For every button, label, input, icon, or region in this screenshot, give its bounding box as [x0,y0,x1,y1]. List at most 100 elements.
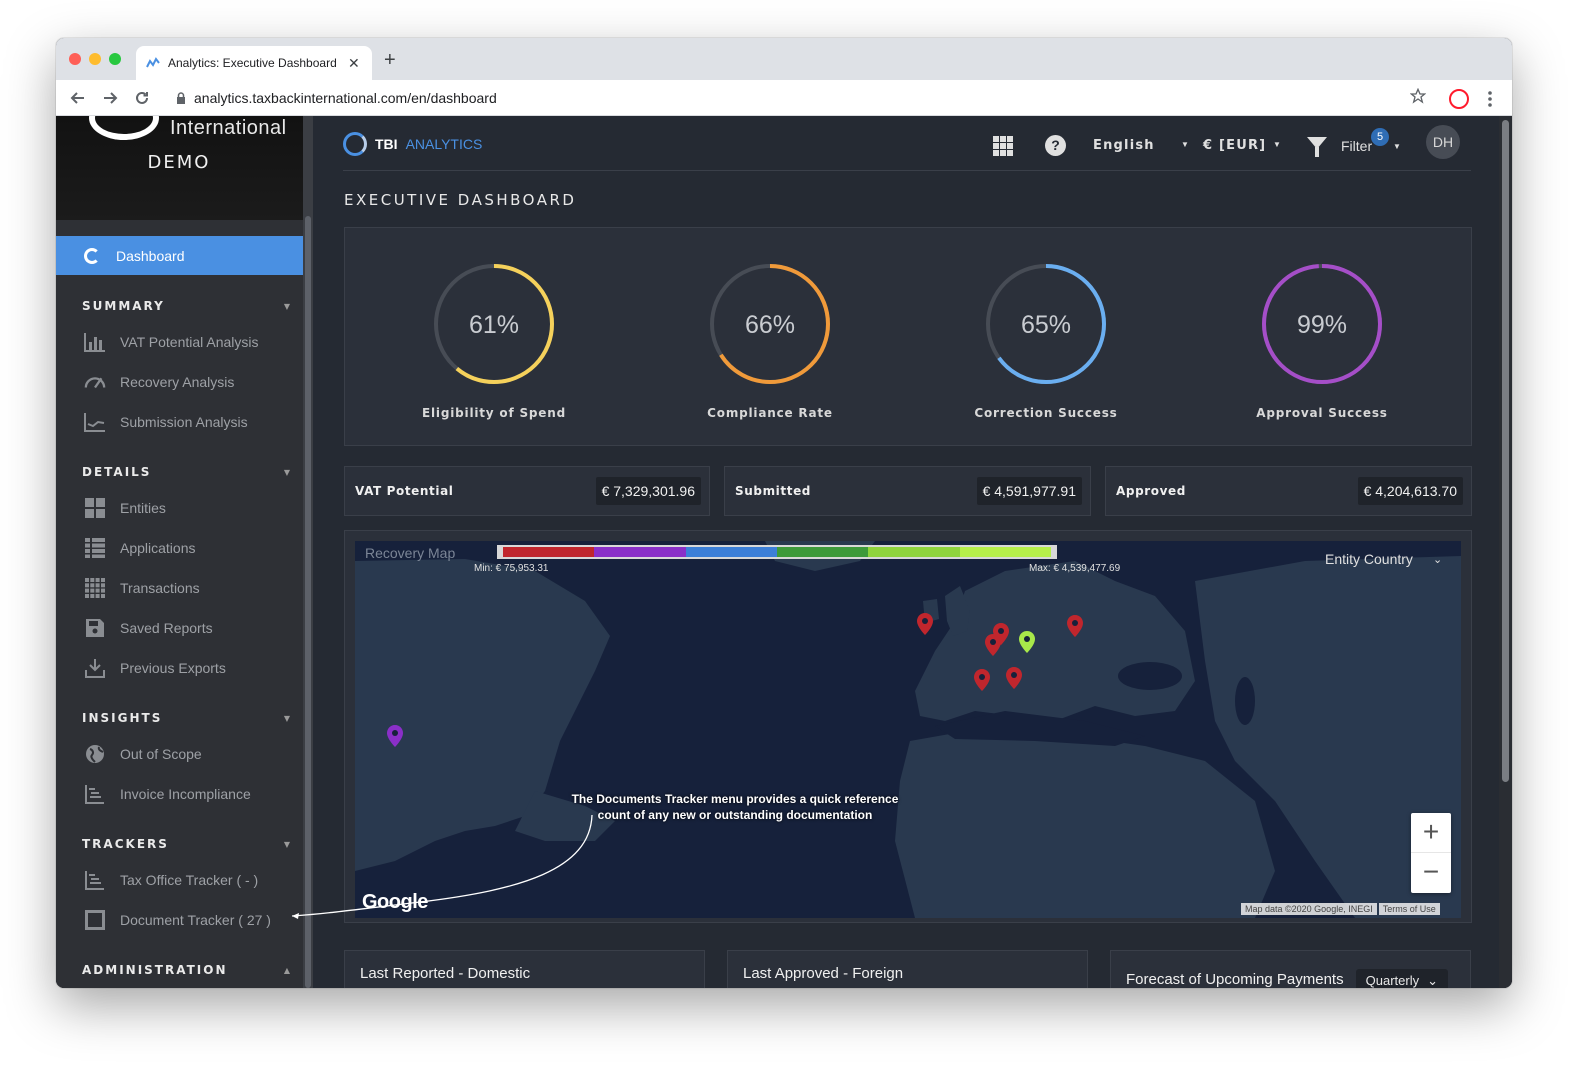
sidebar-item-invoice-incompliance[interactable]: Invoice Incompliance [84,782,251,806]
opera-extension-icon[interactable] [1449,89,1469,109]
sidebar-item-label: Tax Office Tracker ( - ) [120,872,259,888]
kpi-label: Compliance Rate [707,406,833,420]
recovery-map-panel: Recovery Map Min: € 75,953.31 Max: € 4,5… [344,530,1472,923]
help-icon[interactable]: ? [1045,135,1066,156]
sidebar-item-vat-potential-analysis[interactable]: VAT Potential Analysis [84,330,259,354]
section-title: DETAILS [82,465,152,479]
analytics-favicon-icon [146,57,160,68]
map-data-credit: Map data ©2020 Google, INEGI [1241,903,1377,915]
currency-select[interactable]: € [EUR] [1203,138,1266,153]
section-administration[interactable]: ADMINISTRATION ▲ [82,960,290,980]
forward-icon[interactable] [102,90,118,106]
sidebar-scrollbar[interactable] [303,116,313,988]
section-summary[interactable]: SUMMARY ▼ [82,296,290,316]
stat-value: € 7,329,301.96 [595,477,701,505]
timeline-chart-icon [84,869,106,891]
chevron-down-icon: ▼ [283,467,290,477]
section-title: SUMMARY [82,299,165,313]
zoom-in-button[interactable]: + [1411,813,1451,853]
map-marker[interactable] [974,669,990,691]
sidebar-item-tax-office-tracker[interactable]: Tax Office Tracker ( - ) [84,868,258,892]
chevron-down-icon[interactable]: ▼ [1273,140,1281,149]
map-attribution: Map data ©2020 Google, INEGI Terms of Us… [1241,903,1440,915]
filter-label: Filter [1341,138,1373,154]
sidebar-item-label: Dashboard [116,247,185,264]
address-bar[interactable]: analytics.taxbackinternational.com/en/da… [166,84,1436,112]
sidebar-item-label: Previous Exports [120,660,226,676]
map-markers [387,613,1083,747]
card-title: Last Approved - Foreign [743,965,904,982]
browser-menu-icon[interactable] [1488,91,1492,107]
recovery-map[interactable]: Recovery Map Min: € 75,953.31 Max: € 4,5… [355,541,1461,918]
language-select[interactable]: English [1093,138,1155,153]
brand[interactable]: TBI ANALYTICS [343,132,482,156]
map-marker[interactable] [985,634,1001,656]
map-zoom-controls: + − [1411,813,1451,893]
section-details[interactable]: DETAILS ▼ [82,462,290,482]
dashboard-icon [84,247,100,264]
sidebar-item-saved-reports[interactable]: Saved Reports [84,616,213,640]
close-window-button[interactable] [69,53,81,65]
new-tab-button[interactable]: + [384,49,396,72]
globe-icon [84,743,106,765]
sidebar-item-out-of-scope[interactable]: Out of Scope [84,742,202,766]
main-content: TBI ANALYTICS ? English ▼ € [EUR] ▼ Filt… [313,116,1499,988]
main-scrollbar[interactable] [1499,116,1512,988]
top-bar: TBI ANALYTICS ? English ▼ € [EUR] ▼ Filt… [343,116,1471,171]
chevron-down-icon[interactable]: ▼ [1181,140,1189,149]
back-icon[interactable] [70,90,86,106]
sidebar-item-applications[interactable]: Applications [84,536,196,560]
minimize-window-button[interactable] [89,53,101,65]
maximize-window-button[interactable] [109,53,121,65]
gauge-value: 66% [745,311,795,339]
stat-vat-potential: VAT Potential € 7,329,301.96 [344,466,710,516]
card-forecast: Forecast of Upcoming Payments Quarterly … [1110,950,1471,988]
logo-text: International [170,117,287,139]
sidebar-item-entities[interactable]: Entities [84,496,166,520]
stat-label: Approved [1116,484,1186,498]
chevron-down-icon: ▼ [283,301,290,311]
sidebar-item-submission-analysis[interactable]: Submission Analysis [84,410,248,434]
scrollbar-thumb[interactable] [1502,120,1509,782]
sidebar-item-transactions[interactable]: Transactions [84,576,200,600]
stat-label: Submitted [735,484,811,498]
sidebar-item-previous-exports[interactable]: Previous Exports [84,656,226,680]
terms-of-use-link[interactable]: Terms of Use [1378,903,1440,915]
kpi-label: Correction Success [974,406,1118,420]
demo-label: DEMO [147,152,211,173]
chevron-down-icon: ▼ [283,713,290,723]
map-marker[interactable] [1067,615,1083,637]
browser-tab[interactable]: Analytics: Executive Dashboard ✕ [136,46,372,80]
line-chart-icon [84,411,106,433]
card-last-approved-foreign: Last Approved - Foreign [727,950,1088,988]
filter-button[interactable]: Filter [1307,132,1373,157]
reload-icon[interactable] [134,90,150,106]
section-insights[interactable]: INSIGHTS ▼ [82,708,290,728]
page-title: EXECUTIVE DASHBOARD [344,191,577,209]
sidebar-item-label: Transactions [120,580,200,596]
filter-icon [1307,137,1327,157]
tbi-logo-icon [343,132,367,156]
map-marker[interactable] [387,725,403,747]
scrollbar-thumb[interactable] [305,216,311,988]
zoom-out-button[interactable]: − [1411,853,1451,893]
map-marker[interactable] [1006,667,1022,689]
grid-icon [84,497,106,519]
tab-close-icon[interactable]: ✕ [348,55,360,72]
avatar[interactable]: DH [1426,125,1460,159]
map-marker[interactable] [1019,631,1035,653]
sidebar-item-recovery-analysis[interactable]: Recovery Analysis [84,370,234,394]
stat-label: VAT Potential [355,484,454,498]
bookmark-star-icon[interactable] [1410,88,1426,104]
sidebar-item-label: Recovery Analysis [120,374,235,390]
section-trackers[interactable]: TRACKERS ▼ [82,834,290,854]
map-marker[interactable] [917,613,933,635]
sidebar-item-dashboard[interactable]: Dashboard [56,236,303,275]
sidebar-item-document-tracker[interactable]: Document Tracker ( 27 ) [84,908,271,932]
sidebar-item-label: Submission Analysis [120,414,248,430]
list-grid-icon [84,537,106,559]
apps-grid-icon[interactable] [993,136,1013,156]
forecast-period-select[interactable]: Quarterly ⌄ [1355,969,1448,988]
chevron-down-icon[interactable]: ▼ [1393,142,1401,151]
browser-window: Analytics: Executive Dashboard ✕ + analy… [56,38,1512,988]
